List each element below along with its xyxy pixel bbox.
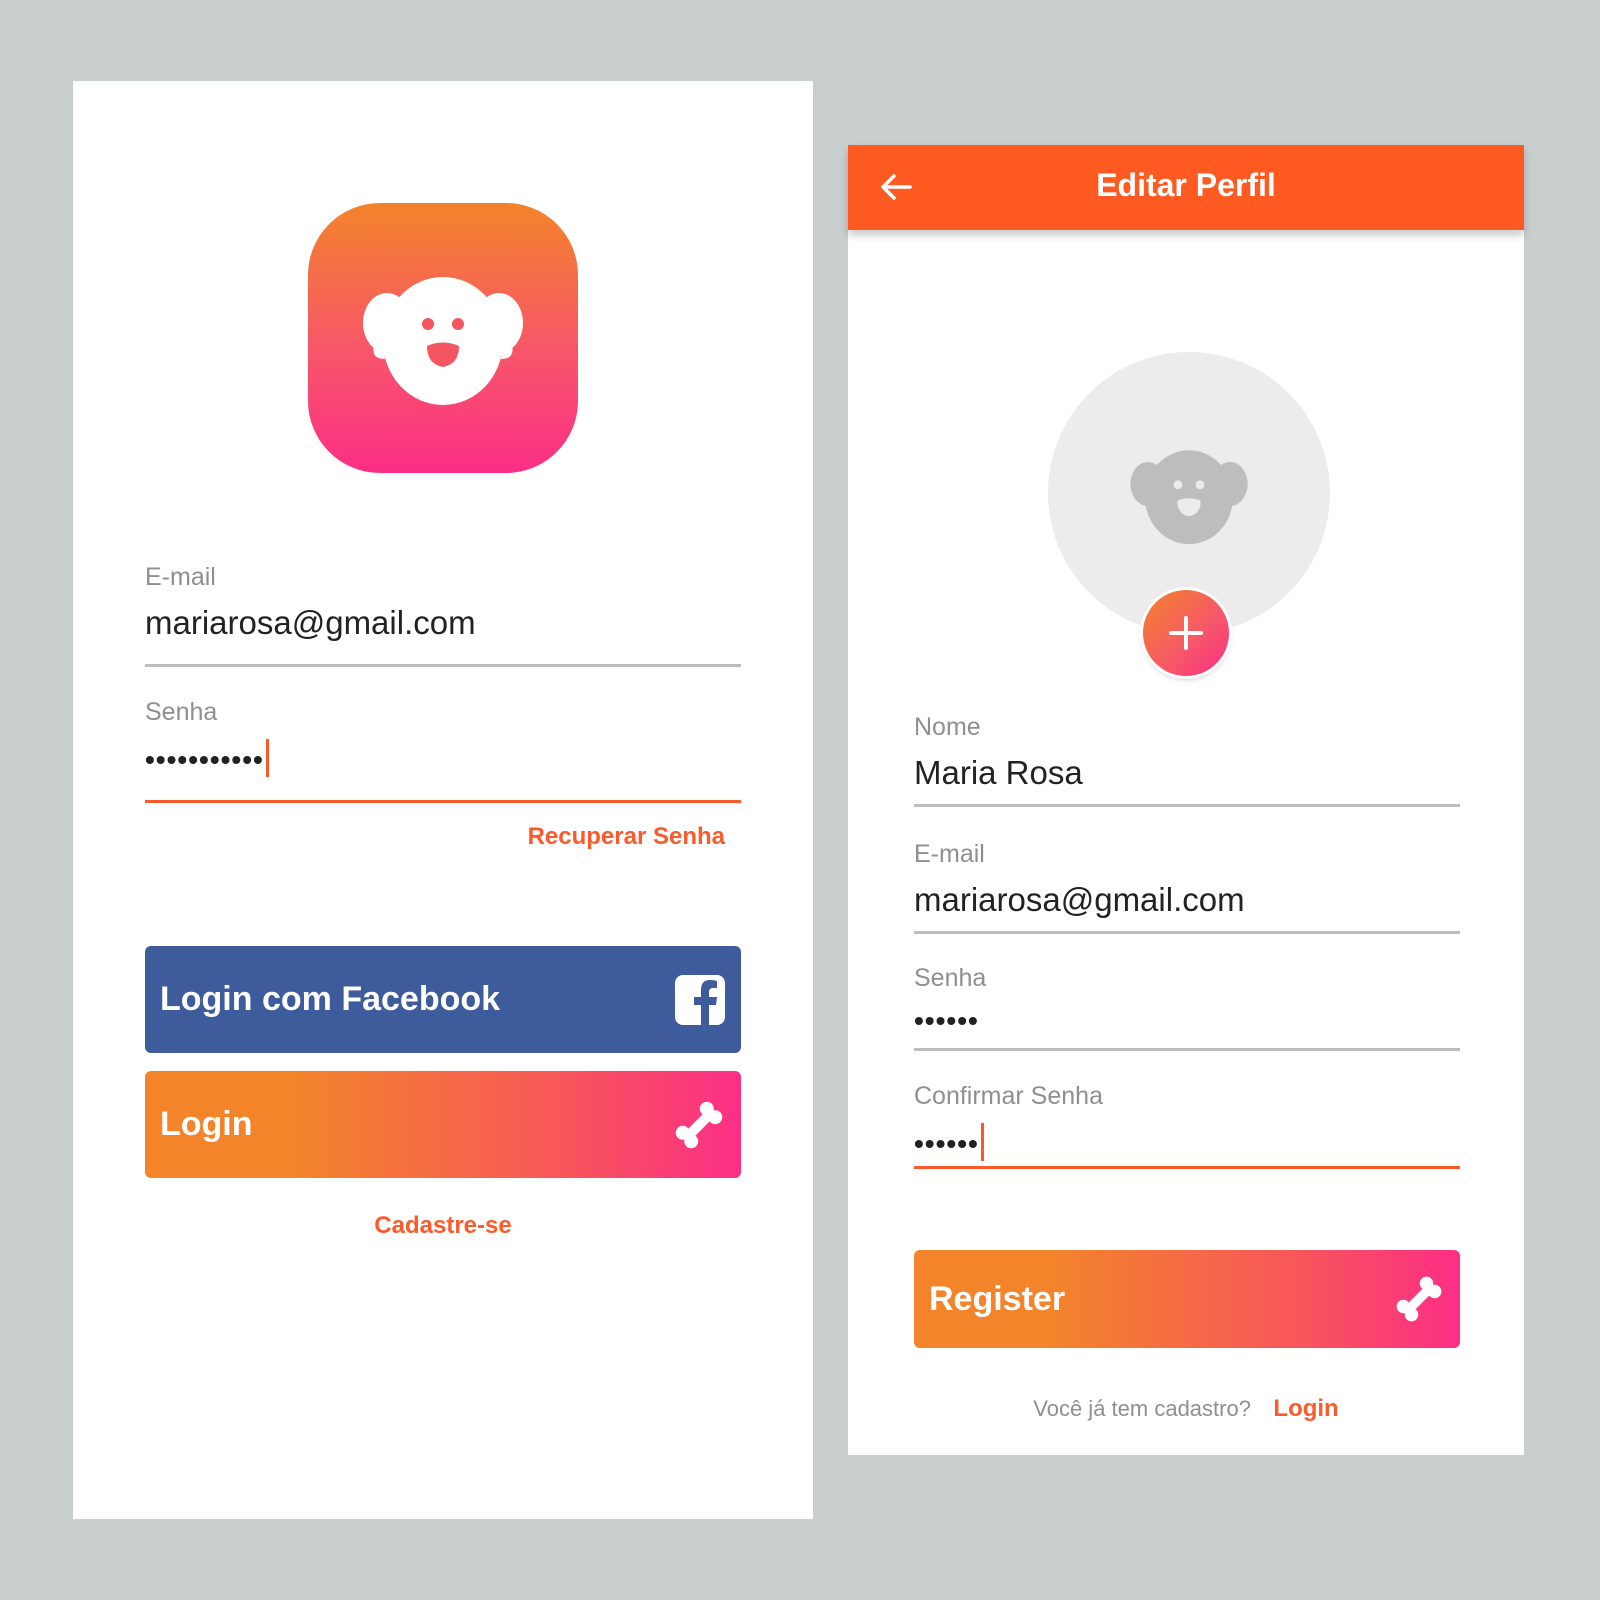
page-title: Editar Perfil	[1096, 167, 1276, 203]
register-button-label: Register	[929, 1279, 1066, 1318]
edit-profile-screen: Editar Perfil Nome Maria Rosa E-mail mar…	[848, 145, 1524, 1455]
profile-password-underline	[914, 1048, 1460, 1051]
confirm-password-field[interactable]: Confirmar Senha ••••••	[914, 1082, 1460, 1172]
login-screen: E-mail mariarosa@gmail.com Senha •••••••…	[73, 81, 813, 1519]
name-field[interactable]: Nome Maria Rosa	[914, 713, 1460, 807]
text-cursor	[265, 739, 269, 777]
recover-password-link[interactable]: Recuperar Senha	[528, 823, 725, 851]
password-label: Senha	[145, 698, 218, 726]
email-label: E-mail	[145, 563, 216, 591]
email-input[interactable]: mariarosa@gmail.com	[145, 604, 741, 642]
login-button-label: Login	[160, 1105, 253, 1143]
facebook-login-button[interactable]: Login com Facebook	[145, 946, 741, 1053]
password-input[interactable]: •••••••••••	[145, 739, 741, 777]
login-prompt: Você já tem cadastro? Login	[848, 1395, 1524, 1423]
confirm-password-input[interactable]: ••••••	[914, 1123, 1460, 1161]
have-account-text: Você já tem cadastro?	[1033, 1396, 1251, 1421]
profile-email-underline	[914, 931, 1460, 934]
profile-password-input[interactable]: ••••••	[914, 1005, 1460, 1037]
profile-password-label: Senha	[914, 964, 987, 992]
text-cursor	[980, 1123, 984, 1161]
app-bar: Editar Perfil	[848, 145, 1524, 230]
add-photo-button[interactable]	[1143, 590, 1229, 676]
facebook-login-label: Login com Facebook	[160, 980, 501, 1018]
signup-link[interactable]: Cadastre-se	[73, 1212, 813, 1240]
bone-icon	[1396, 1276, 1442, 1322]
confirm-password-label: Confirmar Senha	[914, 1082, 1103, 1110]
register-button[interactable]: Register	[914, 1250, 1460, 1348]
facebook-icon	[675, 974, 725, 1025]
app-logo	[308, 203, 578, 473]
name-underline	[914, 804, 1460, 807]
profile-email-field[interactable]: E-mail mariarosa@gmail.com	[914, 840, 1460, 934]
email-underline	[145, 664, 741, 667]
name-input[interactable]: Maria Rosa	[914, 754, 1460, 792]
email-field[interactable]: E-mail mariarosa@gmail.com	[145, 563, 741, 667]
password-field[interactable]: Senha •••••••••••	[145, 698, 741, 803]
confirm-password-dots: ••••••	[914, 1128, 979, 1159]
password-underline	[145, 800, 741, 803]
profile-email-label: E-mail	[914, 840, 985, 868]
password-dots: •••••••••••	[145, 744, 264, 775]
dog-placeholder-icon	[1130, 450, 1248, 545]
confirm-password-underline	[914, 1166, 1460, 1169]
plus-icon	[1169, 616, 1203, 650]
profile-email-input[interactable]: mariarosa@gmail.com	[914, 881, 1460, 919]
bone-icon	[675, 1101, 723, 1148]
login-button[interactable]: Login	[145, 1071, 741, 1178]
profile-password-field[interactable]: Senha ••••••	[914, 964, 1460, 1054]
login-link[interactable]: Login	[1273, 1395, 1338, 1422]
name-label: Nome	[914, 713, 981, 741]
dog-logo-icon	[363, 277, 523, 405]
